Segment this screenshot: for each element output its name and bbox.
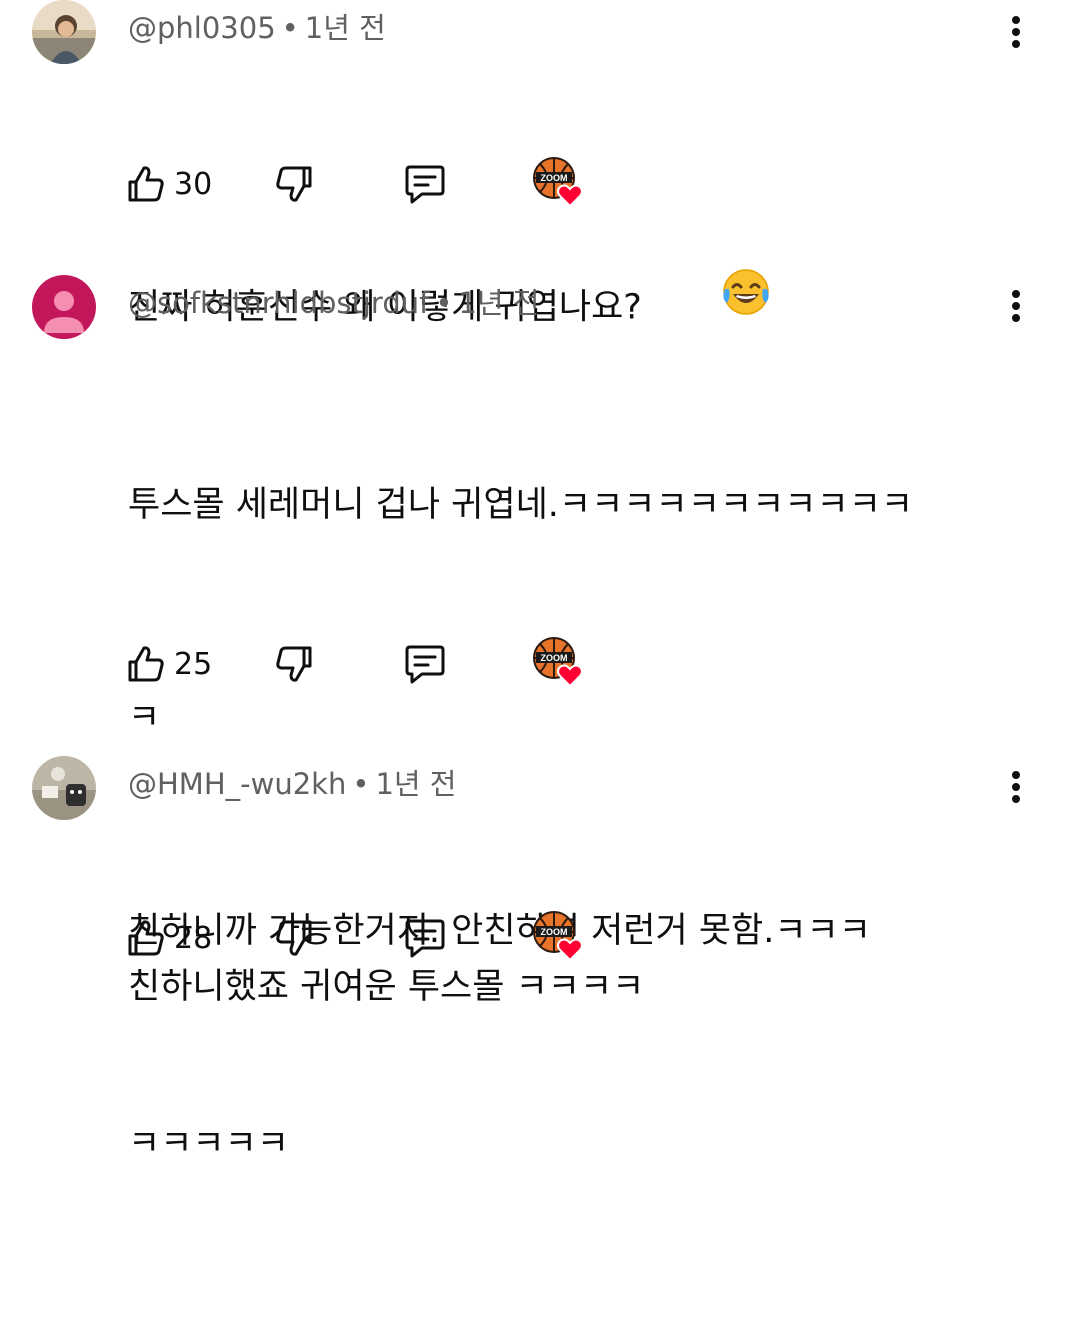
avatar[interactable] [32, 0, 96, 64]
like-button[interactable]: 28 [124, 914, 212, 962]
reply-button[interactable] [402, 914, 448, 962]
thumbs-up-icon [128, 920, 164, 956]
creator-heart-icon: ZOOM [533, 911, 583, 962]
reply-button[interactable] [402, 160, 448, 208]
badge-text: ZOOM [541, 173, 568, 183]
meta-separator: • [435, 286, 453, 320]
comment-author[interactable]: @HMH_-wu2kh [128, 767, 346, 801]
thumbs-down-icon [276, 166, 312, 202]
creator-heart-icon: ZOOM [533, 157, 583, 208]
thumbs-down-icon [276, 920, 312, 956]
thumbs-up-icon [128, 646, 164, 682]
thumbs-down-icon [276, 646, 312, 682]
more-options-button[interactable] [996, 286, 1036, 326]
dislike-button[interactable] [272, 160, 316, 208]
reply-button[interactable] [402, 640, 448, 688]
reply-comment-icon [405, 165, 445, 204]
like-count: 25 [174, 646, 213, 682]
more-options-button[interactable] [996, 767, 1036, 807]
comment-meta: @sofkstnrhldbstjrduf • 1년 전 [128, 283, 539, 323]
creator-heart-icon: ZOOM [533, 637, 583, 688]
badge-text: ZOOM [541, 653, 568, 663]
more-vert-icon [1012, 290, 1020, 322]
meta-separator: • [281, 11, 299, 45]
dislike-button[interactable] [272, 914, 316, 962]
dislike-button[interactable] [272, 640, 316, 688]
thumbs-up-icon [128, 166, 164, 202]
badge-text: ZOOM [541, 927, 568, 937]
comment-meta: @HMH_-wu2kh • 1년 전 [128, 764, 456, 804]
default-person-icon [32, 275, 96, 339]
avatar[interactable] [32, 275, 96, 339]
reply-comment-icon [405, 919, 445, 958]
reply-comment-icon [405, 645, 445, 684]
comment-text: 친하니했죠 귀여운 투스몰 ㅋㅋㅋㅋ [128, 810, 1008, 1165]
comment-time: 1년 전 [375, 767, 457, 801]
comment-time: 1년 전 [304, 11, 386, 45]
like-count: 28 [174, 920, 213, 956]
meta-separator: • [352, 767, 370, 801]
more-vert-icon [1012, 771, 1020, 803]
more-vert-icon [1012, 16, 1020, 48]
like-button[interactable]: 30 [124, 160, 212, 208]
comment-line: ㅋ [128, 698, 161, 738]
more-options-button[interactable] [996, 12, 1036, 52]
comment-meta: @phl0305 • 1년 전 [128, 8, 386, 48]
creator-heart-badge: ZOOM [530, 637, 588, 688]
comment-author[interactable]: @phl0305 [128, 11, 276, 45]
comment-time: 1년 전 [458, 286, 540, 320]
comment-line: 투스몰 세레머니 겁나 귀엽네.ㅋㅋㅋㅋㅋㅋㅋㅋㅋㅋㅋ [128, 485, 914, 525]
like-count: 30 [174, 166, 213, 202]
creator-heart-badge: ZOOM [530, 911, 588, 962]
comment-author[interactable]: @sofkstnrhldbstjrduf [128, 286, 429, 320]
avatar[interactable] [32, 756, 96, 820]
like-button[interactable]: 25 [124, 640, 212, 688]
creator-heart-badge: ZOOM [530, 157, 588, 208]
